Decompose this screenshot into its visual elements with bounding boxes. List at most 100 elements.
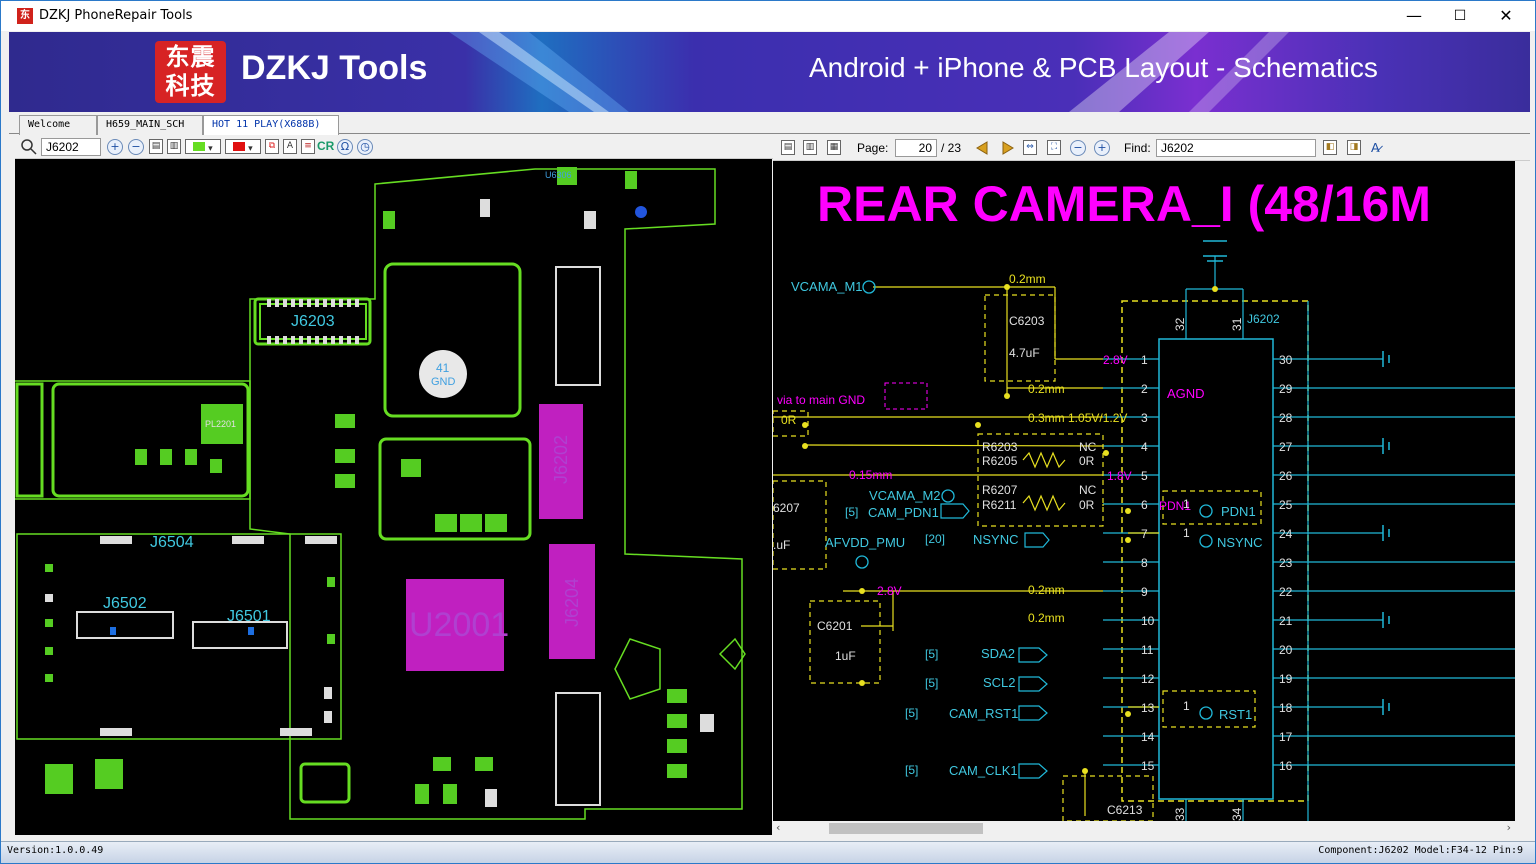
right-pin-numbers: 30 29 28 27 26 25 24 23 22 21 20 19 18 17 16 bbox=[1279, 353, 1293, 773]
scroll-right-icon[interactable]: › bbox=[1507, 821, 1511, 834]
zoom-out-icon[interactable]: − bbox=[128, 139, 144, 155]
trace-width-2: 0.2mm bbox=[1028, 382, 1065, 396]
sheet-ref-5c: [5] bbox=[925, 676, 938, 690]
color-picker-green[interactable]: ▾ bbox=[185, 139, 221, 154]
right-pin-number: 27 bbox=[1279, 440, 1293, 454]
banner: 东震 科技 DZKJ Tools Android + iPhone & PCB … bbox=[9, 32, 1530, 112]
logo-line-2: 科技 bbox=[165, 72, 216, 100]
rst-pin-1: 1 bbox=[1183, 699, 1190, 713]
pcb-board[interactable]: J6203 J6504 J6502 J6501 U2001 J6202 J620… bbox=[15, 159, 772, 835]
net-rst1: RST1 bbox=[1219, 707, 1252, 722]
or-1: 0R bbox=[1079, 454, 1095, 468]
minimize-button[interactable]: — bbox=[1391, 1, 1437, 31]
left-pin-number: 2 bbox=[1141, 382, 1148, 396]
copy-icon[interactable]: ▥ bbox=[803, 140, 817, 155]
copy-icon[interactable]: ▤ bbox=[149, 139, 163, 154]
prev-page-icon[interactable] bbox=[975, 141, 989, 155]
title-bar[interactable]: 东 DZKJ PhoneRepair Tools — ☐ ✕ bbox=[1, 1, 1535, 31]
pcb-label-gnd: GND bbox=[431, 376, 456, 388]
net-vcama-m1: VCAMA_M1 bbox=[791, 279, 863, 294]
fit-width-icon[interactable]: ⇔ bbox=[1023, 140, 1037, 155]
left-pin-number: 4 bbox=[1141, 440, 1148, 454]
net-vcama-m2: VCAMA_M2 bbox=[869, 488, 941, 503]
find-options-icon[interactable]: A̷ bbox=[1371, 140, 1380, 155]
left-pin-number: 14 bbox=[1141, 730, 1155, 744]
cr-icon[interactable]: CR bbox=[317, 139, 334, 153]
net-nsync-left: NSYNC bbox=[973, 532, 1019, 547]
pcb-label-pl2201: PL2201 bbox=[205, 419, 236, 429]
next-page-icon[interactable] bbox=[1001, 141, 1015, 155]
right-pin-number: 26 bbox=[1279, 469, 1293, 483]
pcb-label-j6203: J6203 bbox=[291, 313, 335, 330]
pcb-search-input[interactable]: J6202 bbox=[41, 138, 101, 156]
right-pin-number: 20 bbox=[1279, 643, 1293, 657]
pin-31: 31 bbox=[1230, 317, 1244, 331]
right-pin-number: 18 bbox=[1279, 701, 1293, 715]
ref-r6207: R6207 bbox=[982, 483, 1018, 497]
tab-welcome[interactable]: Welcome bbox=[19, 115, 97, 135]
right-pin-number: 17 bbox=[1279, 730, 1293, 744]
open-icon[interactable]: ▤ bbox=[781, 140, 795, 155]
sheet-ref-5a: [5] bbox=[845, 505, 858, 519]
left-pin-number: 8 bbox=[1141, 556, 1148, 570]
paste-icon[interactable]: ▦ bbox=[827, 140, 841, 155]
scroll-left-icon[interactable]: ‹ bbox=[776, 821, 780, 834]
net-cam-pdn1: CAM_PDN1 bbox=[868, 505, 939, 520]
app-window: 东 DZKJ PhoneRepair Tools — ☐ ✕ 东震 科技 DZK… bbox=[0, 0, 1536, 864]
pcb-label-j6202: J6202 bbox=[551, 435, 571, 484]
color-picker-red[interactable]: ▾ bbox=[225, 139, 261, 154]
left-pin-numbers: 123456789101112131415 bbox=[1141, 353, 1155, 773]
find-prev-icon[interactable]: ◧ bbox=[1323, 140, 1337, 155]
right-pin-number: 16 bbox=[1279, 759, 1293, 773]
close-button[interactable]: ✕ bbox=[1483, 1, 1529, 31]
schematic-view[interactable]: REAR CAMERA_I (48/16M VCAMA_M1 VCAMA_M2 … bbox=[773, 161, 1515, 821]
nsync-pin-1: 1 bbox=[1183, 526, 1190, 540]
horizontal-scroll-thumb[interactable] bbox=[829, 823, 983, 834]
vertical-scrollbar[interactable] bbox=[1515, 161, 1530, 821]
zoom-out-icon[interactable]: − bbox=[1070, 140, 1086, 156]
pcb-layout-view[interactable]: J6203 J6504 J6502 J6501 U2001 J6202 J620… bbox=[15, 159, 772, 835]
net-pdn1: PDN1 bbox=[1221, 504, 1256, 519]
pcb-label-j6502: J6502 bbox=[103, 595, 147, 612]
document-tabs: Welcome H659_MAIN_SCH HOT 11 PLAY(X688B)… bbox=[9, 113, 1530, 148]
fit-page-icon[interactable]: ⛶ bbox=[1047, 140, 1061, 155]
page-total: / 23 bbox=[941, 141, 962, 155]
page-input[interactable]: 20 bbox=[895, 139, 937, 157]
ohm-icon[interactable]: Ω bbox=[337, 139, 353, 155]
tab-label: H659_MAIN_SCH bbox=[106, 119, 185, 130]
zoom-in-icon[interactable]: + bbox=[1094, 140, 1110, 156]
paste-icon[interactable]: ▥ bbox=[167, 139, 181, 154]
component-info: Component:J6202 Model:F34-12 Pin:9 bbox=[1318, 845, 1523, 856]
left-pin-number: 11 bbox=[1141, 643, 1154, 657]
sheet-ref-5d: [5] bbox=[905, 706, 918, 720]
schematic-sheet[interactable]: REAR CAMERA_I (48/16M VCAMA_M1 VCAMA_M2 … bbox=[773, 161, 1515, 821]
net-cam-clk1: CAM_CLK1 bbox=[949, 763, 1018, 778]
list-icon[interactable]: ≡ bbox=[301, 139, 315, 154]
sheet-ref-5e: [5] bbox=[905, 763, 918, 777]
net-sda2: SDA2 bbox=[981, 646, 1015, 661]
search-icon[interactable] bbox=[21, 139, 37, 155]
sheet-ref-20: [20] bbox=[925, 532, 945, 546]
find-input[interactable]: J6202 bbox=[1156, 139, 1316, 157]
pdn-pin-1: 1 bbox=[1183, 497, 1190, 511]
zoom-in-icon[interactable]: + bbox=[107, 139, 123, 155]
val-c6207: .uF bbox=[773, 538, 790, 552]
clock-icon[interactable]: ◷ bbox=[357, 139, 373, 155]
left-pin-number: 13 bbox=[1141, 701, 1155, 715]
left-pin-number: 6 bbox=[1141, 498, 1148, 512]
find-next-icon[interactable]: ◨ bbox=[1347, 140, 1361, 155]
trace-width-5: 0.2mm bbox=[1028, 583, 1065, 597]
val-c6201: 1uF bbox=[835, 649, 856, 663]
pcb-label-j6504: J6504 bbox=[150, 534, 194, 551]
val-c6203: 4.7uF bbox=[1009, 346, 1040, 360]
tab-h659-main-sch[interactable]: H659_MAIN_SCH bbox=[97, 115, 203, 135]
trace-width-3: 0.3mm 1.05V/1.2V bbox=[1028, 411, 1127, 425]
net-nsync-right: NSYNC bbox=[1217, 535, 1263, 550]
layer-icon[interactable]: ⧉ bbox=[265, 139, 279, 154]
maximize-button[interactable]: ☐ bbox=[1437, 1, 1483, 31]
tab-hot11play[interactable]: HOT 11 PLAY(X688B)✕ bbox=[203, 115, 339, 148]
left-pin-number: 5 bbox=[1141, 469, 1148, 483]
horizontal-scrollbar[interactable]: ‹ › bbox=[773, 821, 1515, 836]
text-icon[interactable]: A bbox=[283, 139, 297, 154]
zero-r-label: 0R bbox=[781, 413, 797, 427]
